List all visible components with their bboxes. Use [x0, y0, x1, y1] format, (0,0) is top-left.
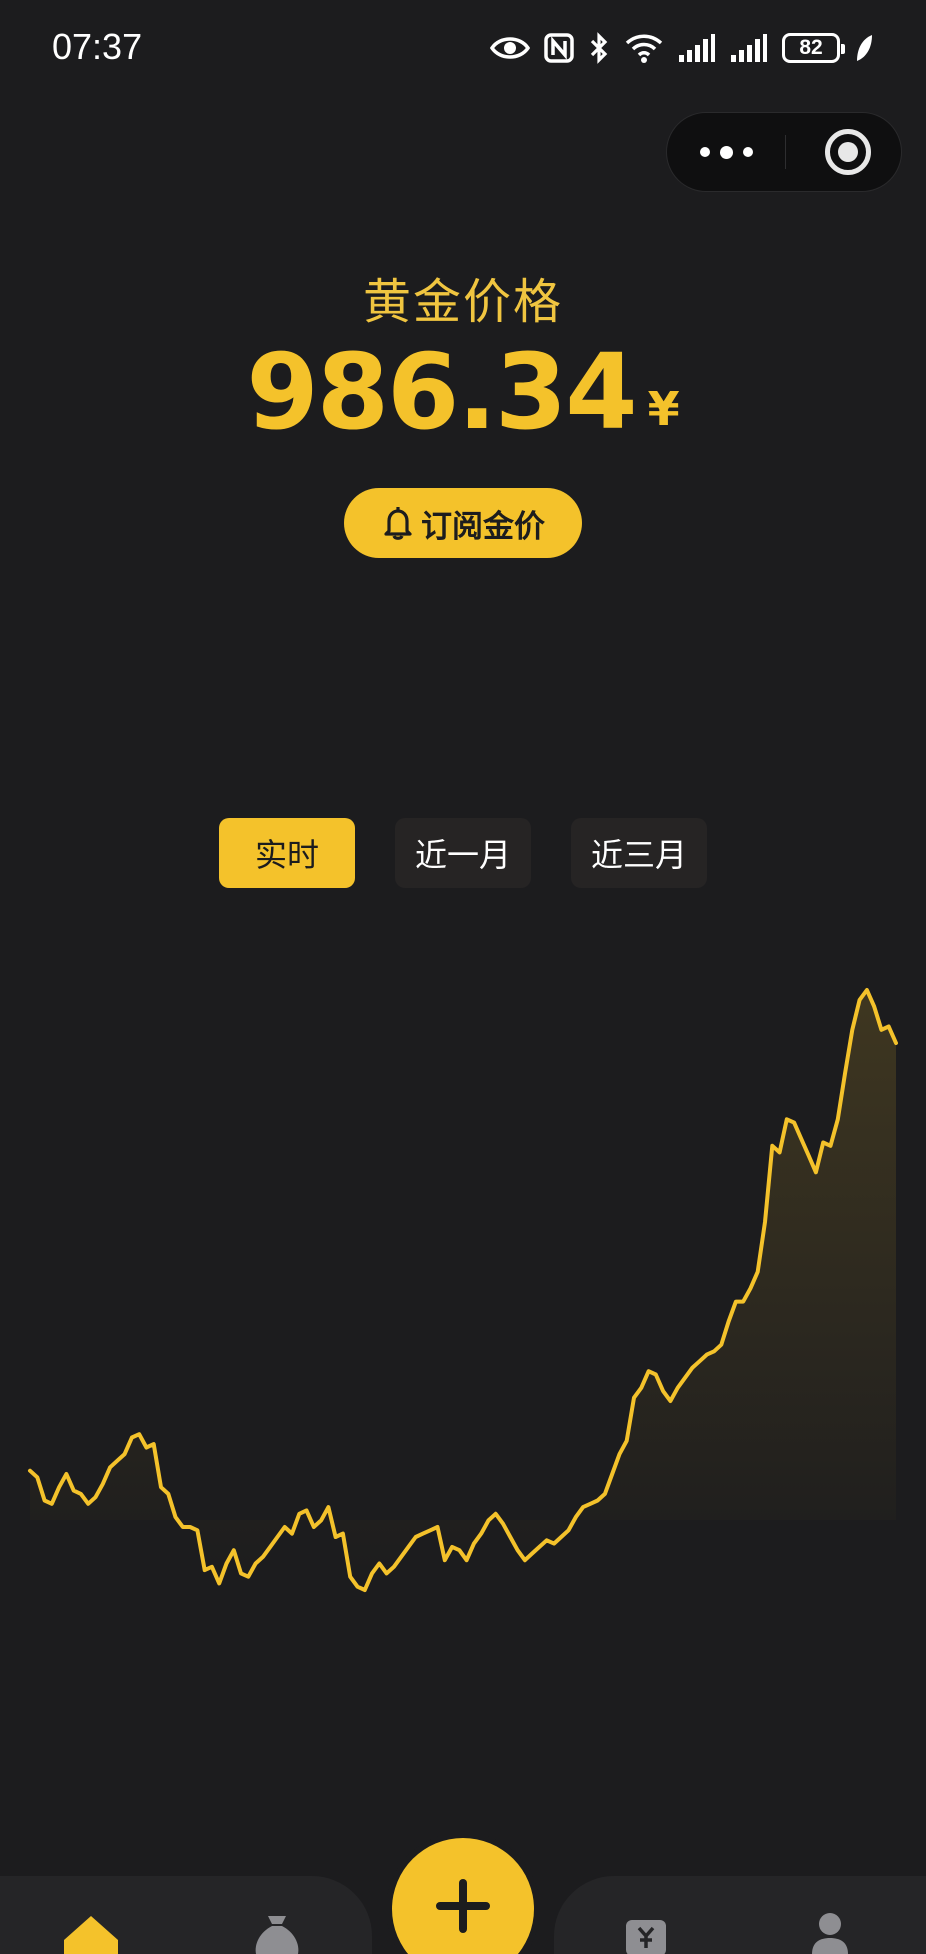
mini-program-capsule — [666, 112, 902, 192]
status-icons: 82 — [490, 28, 874, 68]
bell-icon — [384, 507, 412, 540]
subscribe-price-button[interactable]: 订阅金价 — [344, 488, 582, 558]
signal-icon — [679, 34, 715, 62]
ledger-icon[interactable] — [624, 1918, 668, 1954]
leaf-icon — [857, 35, 872, 61]
app-screen: 07:37 82 黄金价格 986.34 ¥ 订阅金价 实时 近一月 近三月 — [0, 0, 926, 1954]
range-tabs: 实时 近一月 近三月 — [219, 818, 707, 888]
more-icon[interactable] — [667, 113, 785, 191]
signal-icon — [731, 34, 767, 62]
tab-last-month[interactable]: 近一月 — [395, 818, 531, 888]
page-title: 黄金价格 — [362, 274, 563, 330]
nav-left-panel — [0, 1876, 372, 1954]
battery-level: 82 — [799, 36, 823, 59]
close-mini-program-icon[interactable] — [825, 129, 871, 175]
eye-icon — [490, 37, 530, 59]
price-area — [30, 990, 896, 1590]
nav-right-panel — [554, 1876, 926, 1954]
subscribe-label: 订阅金价 — [421, 508, 545, 545]
nfc-icon — [544, 33, 574, 63]
wifi-icon — [625, 34, 663, 63]
profile-icon[interactable] — [810, 1910, 850, 1954]
status-bar: 07:37 82 — [0, 22, 926, 74]
money-bag-icon[interactable] — [254, 1912, 300, 1954]
home-icon[interactable] — [62, 1914, 120, 1954]
price-chart — [28, 988, 898, 1592]
tab-last-three-months[interactable]: 近三月 — [571, 818, 707, 888]
capsule-divider — [785, 135, 786, 169]
tab-realtime[interactable]: 实时 — [219, 818, 355, 888]
add-icon[interactable] — [392, 1838, 534, 1954]
bluetooth-icon — [590, 32, 608, 64]
price-currency-unit: ¥ — [647, 382, 680, 436]
status-time: 07:37 — [52, 26, 143, 67]
price-display: 986.34 ¥ — [0, 340, 926, 444]
gold-price-value: 986.34 — [246, 331, 637, 453]
battery-icon: 82 — [782, 33, 845, 63]
